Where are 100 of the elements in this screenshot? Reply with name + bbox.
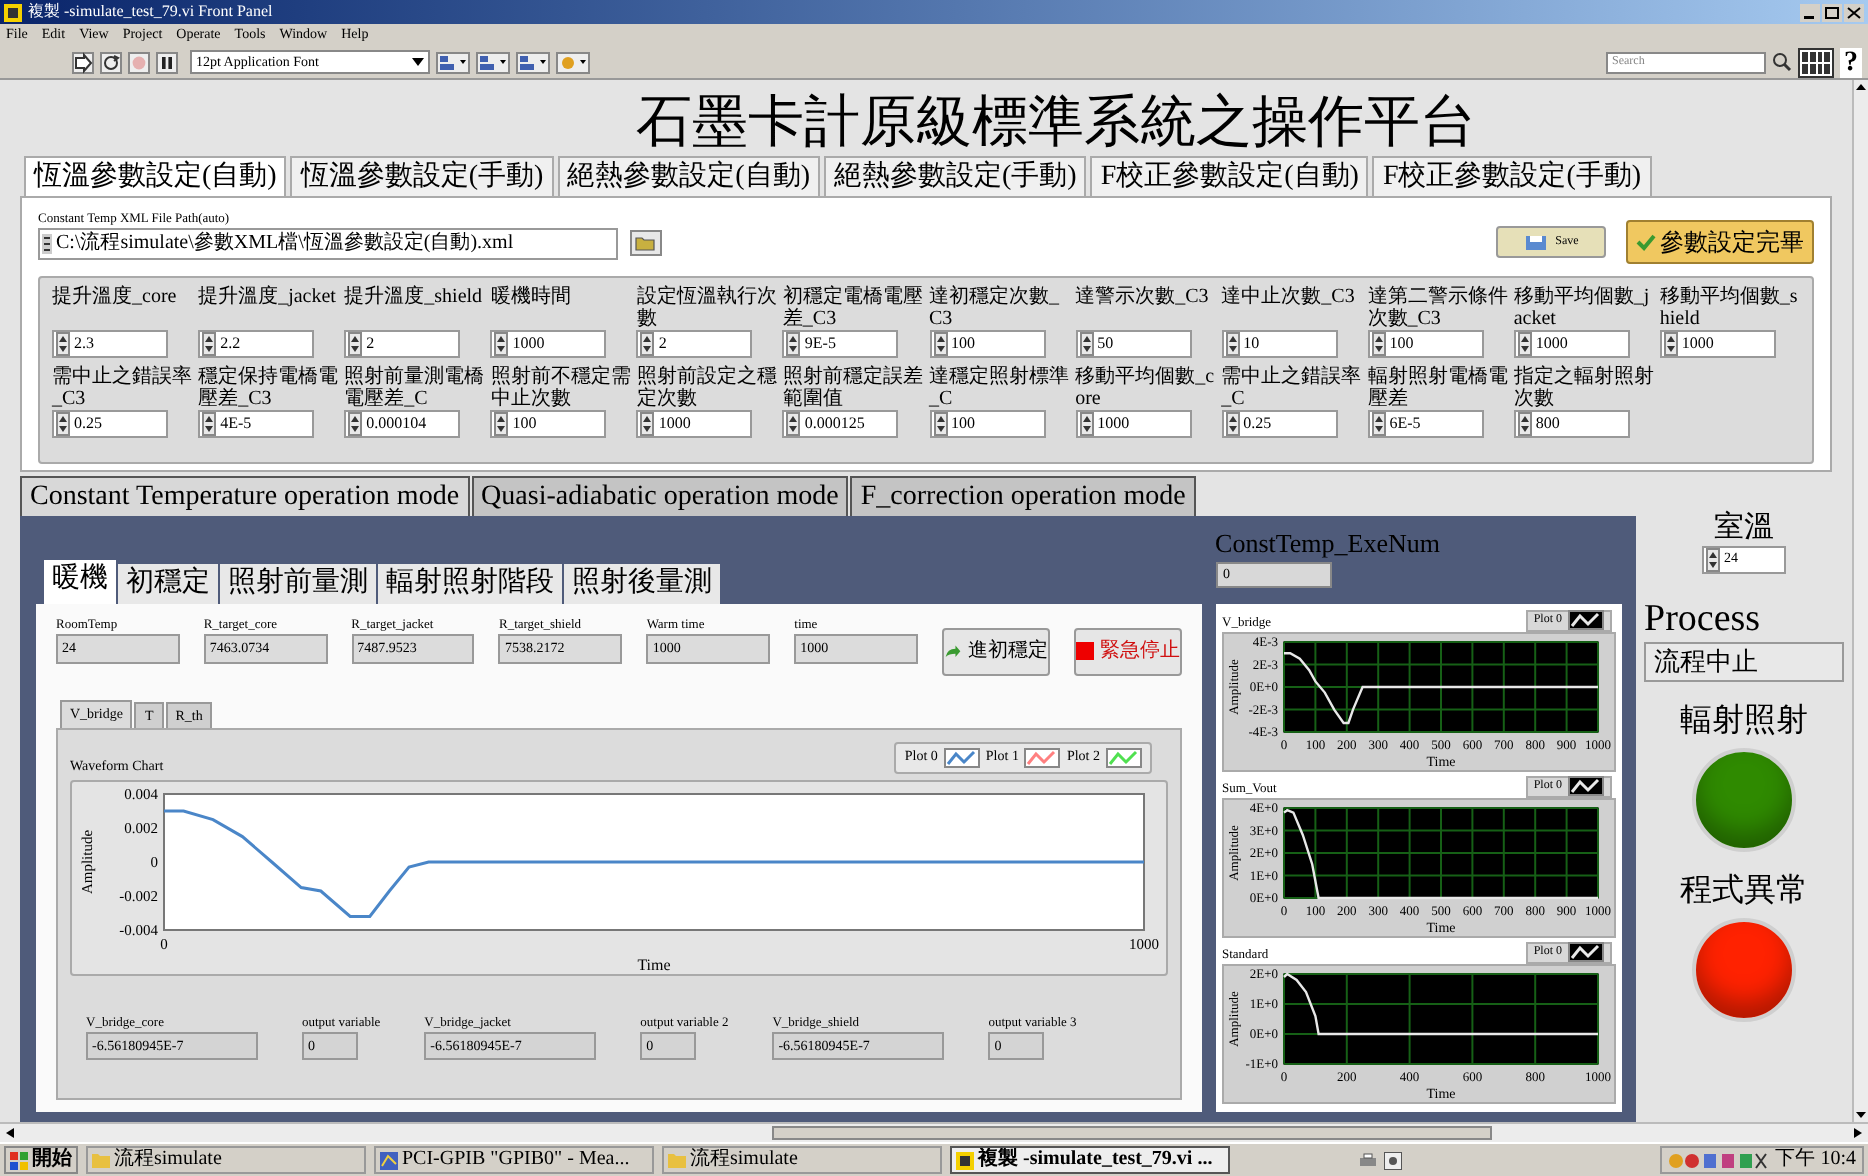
numeric-field[interactable]: 0.25: [52, 409, 168, 438]
numeric-field[interactable]: 9E-5: [782, 329, 899, 358]
tab[interactable]: F校正參數設定(手動): [1372, 155, 1652, 196]
numeric-field[interactable]: 0.25: [1221, 409, 1338, 438]
spinner-icon[interactable]: [494, 331, 509, 356]
numeric-field[interactable]: 100: [929, 329, 1045, 358]
parameter-label: 達初穩定次數_C3: [929, 285, 1061, 330]
tab[interactable]: 照射前量測: [220, 563, 376, 604]
path-field[interactable]: C:\流程simulate\參數XML檔\恆溫參數設定(自動).xml: [38, 227, 618, 260]
taskbar-item[interactable]: PCI-GPIB "GPIB0" - Mea...: [374, 1146, 654, 1174]
pause-icon[interactable]: [156, 51, 178, 73]
numeric-field[interactable]: 0.000125: [782, 409, 899, 438]
numeric-field[interactable]: 800: [1513, 409, 1630, 438]
tab[interactable]: 照射後量測: [564, 563, 720, 604]
tab[interactable]: Quasi-adiabatic operation mode: [471, 475, 849, 516]
spinner-icon[interactable]: [202, 411, 217, 436]
run-arrow-icon[interactable]: [72, 51, 94, 73]
run-continuous-icon[interactable]: [100, 51, 122, 73]
vertical-scrollbar[interactable]: [1852, 80, 1868, 1122]
caret-icon: [412, 58, 424, 66]
printer-icon: [1358, 1151, 1378, 1169]
window-title: 複製 -simulate_test_79.vi Front Panel: [28, 4, 273, 20]
parameter-label: 指定之輻射照射次數: [1513, 365, 1654, 410]
parameter-label: 達穩定照射標準_C: [929, 365, 1070, 410]
help-button[interactable]: ?: [1840, 47, 1862, 77]
parameter-label: 需中止之錯誤率_C: [1221, 365, 1362, 410]
spinner-icon[interactable]: [933, 411, 947, 436]
parameter-label: 輻射照射電橋電壓差: [1367, 365, 1508, 410]
tab[interactable]: 絕熱參數設定(自動): [557, 155, 820, 196]
spinner-icon[interactable]: [348, 411, 363, 436]
numeric-field[interactable]: 1000: [1659, 329, 1776, 358]
horizontal-scrollbar[interactable]: [0, 1122, 1868, 1142]
numeric-field[interactable]: 100: [1367, 329, 1484, 358]
spinner-icon[interactable]: [786, 411, 801, 436]
numeric-field[interactable]: 100: [929, 409, 1045, 438]
numeric-field[interactable]: 100: [490, 409, 607, 438]
resize-icon[interactable]: [516, 51, 550, 73]
numeric-field[interactable]: 4E-5: [198, 409, 315, 438]
folder-icon: [668, 1152, 686, 1168]
numeric-field[interactable]: 2.2: [198, 329, 315, 358]
scroll-right-icon: [1852, 1126, 1864, 1140]
spinner-icon[interactable]: [1079, 331, 1094, 356]
tab[interactable]: F_correction operation mode: [850, 475, 1196, 516]
reorder-icon[interactable]: [556, 51, 590, 73]
parameter-label: 需中止之錯誤率_C3: [52, 365, 193, 410]
numeric-field[interactable]: 6E-5: [1367, 409, 1484, 438]
numeric-field[interactable]: 2: [636, 329, 753, 358]
plot-legend-icon: [1568, 776, 1604, 797]
numeric-field[interactable]: 1000: [1513, 329, 1630, 358]
spinner-icon[interactable]: [494, 411, 509, 436]
tab[interactable]: 恆溫參數設定(手動): [290, 155, 554, 196]
numeric-field[interactable]: 2: [344, 329, 461, 358]
maximize-icon[interactable]: [1822, 3, 1842, 21]
spinner-icon[interactable]: [1371, 411, 1386, 436]
folder-browse-icon[interactable]: [630, 229, 662, 256]
align-icon[interactable]: [436, 51, 470, 73]
tab[interactable]: 輻射照射階段: [378, 563, 562, 604]
spinner-icon[interactable]: [640, 411, 655, 436]
close-icon[interactable]: [1844, 3, 1864, 21]
search-icon[interactable]: [1772, 52, 1792, 72]
instrument-icon: [380, 1151, 398, 1169]
stop-button[interactable]: 緊急停止: [1073, 627, 1182, 676]
minimize-icon[interactable]: [1800, 3, 1820, 21]
numeric-field[interactable]: 10: [1221, 329, 1338, 358]
tab[interactable]: 暖機: [44, 559, 116, 604]
spinner-icon[interactable]: [640, 331, 655, 356]
tab[interactable]: F校正參數設定(自動): [1090, 155, 1369, 196]
stop-square-icon: [1075, 642, 1094, 661]
numeric-field[interactable]: 50: [1075, 329, 1192, 358]
status-dropdown[interactable]: 流程中止: [1644, 641, 1844, 682]
tab[interactable]: 初穩定: [118, 563, 218, 604]
distribute-icon[interactable]: [476, 51, 510, 73]
next-stage-button[interactable]: 進初穩定: [941, 627, 1050, 676]
spinner-icon[interactable]: [56, 411, 70, 436]
spinner-icon[interactable]: [1517, 411, 1532, 436]
parameter-label: 設定恆溫執行次數: [636, 285, 777, 330]
spinner-icon[interactable]: [1663, 331, 1678, 356]
spinner-icon[interactable]: [1706, 547, 1720, 572]
spinner-icon[interactable]: [1371, 331, 1386, 356]
spinner-icon[interactable]: [1225, 331, 1240, 356]
spinner-icon[interactable]: [1079, 411, 1094, 436]
tab[interactable]: Constant Temperature operation mode: [20, 475, 470, 516]
done-button[interactable]: 參數設定完畢: [1626, 219, 1814, 264]
numeric-field[interactable]: 1000: [490, 329, 607, 358]
numeric-field[interactable]: 0.000104: [344, 409, 461, 438]
tab[interactable]: 恆溫參數設定(自動): [24, 155, 287, 196]
tab[interactable]: 絕熱參數設定(手動): [823, 155, 1087, 196]
numeric-field[interactable]: 1000: [1075, 409, 1192, 438]
spinner-icon[interactable]: [933, 331, 947, 356]
spinner-icon[interactable]: [56, 331, 70, 356]
save-icon: [1523, 231, 1548, 252]
spinner-icon[interactable]: [1517, 331, 1532, 356]
spinner-icon[interactable]: [202, 331, 217, 356]
spinner-icon[interactable]: [786, 331, 801, 356]
start-button[interactable]: 開始: [4, 1146, 78, 1174]
numeric-field[interactable]: 1000: [636, 409, 753, 438]
spinner-icon[interactable]: [1225, 411, 1240, 436]
parameter-label: 照射前量測電橋電壓差_C: [344, 365, 485, 410]
numeric-field[interactable]: 2.3: [52, 329, 168, 358]
spinner-icon[interactable]: [348, 331, 363, 356]
